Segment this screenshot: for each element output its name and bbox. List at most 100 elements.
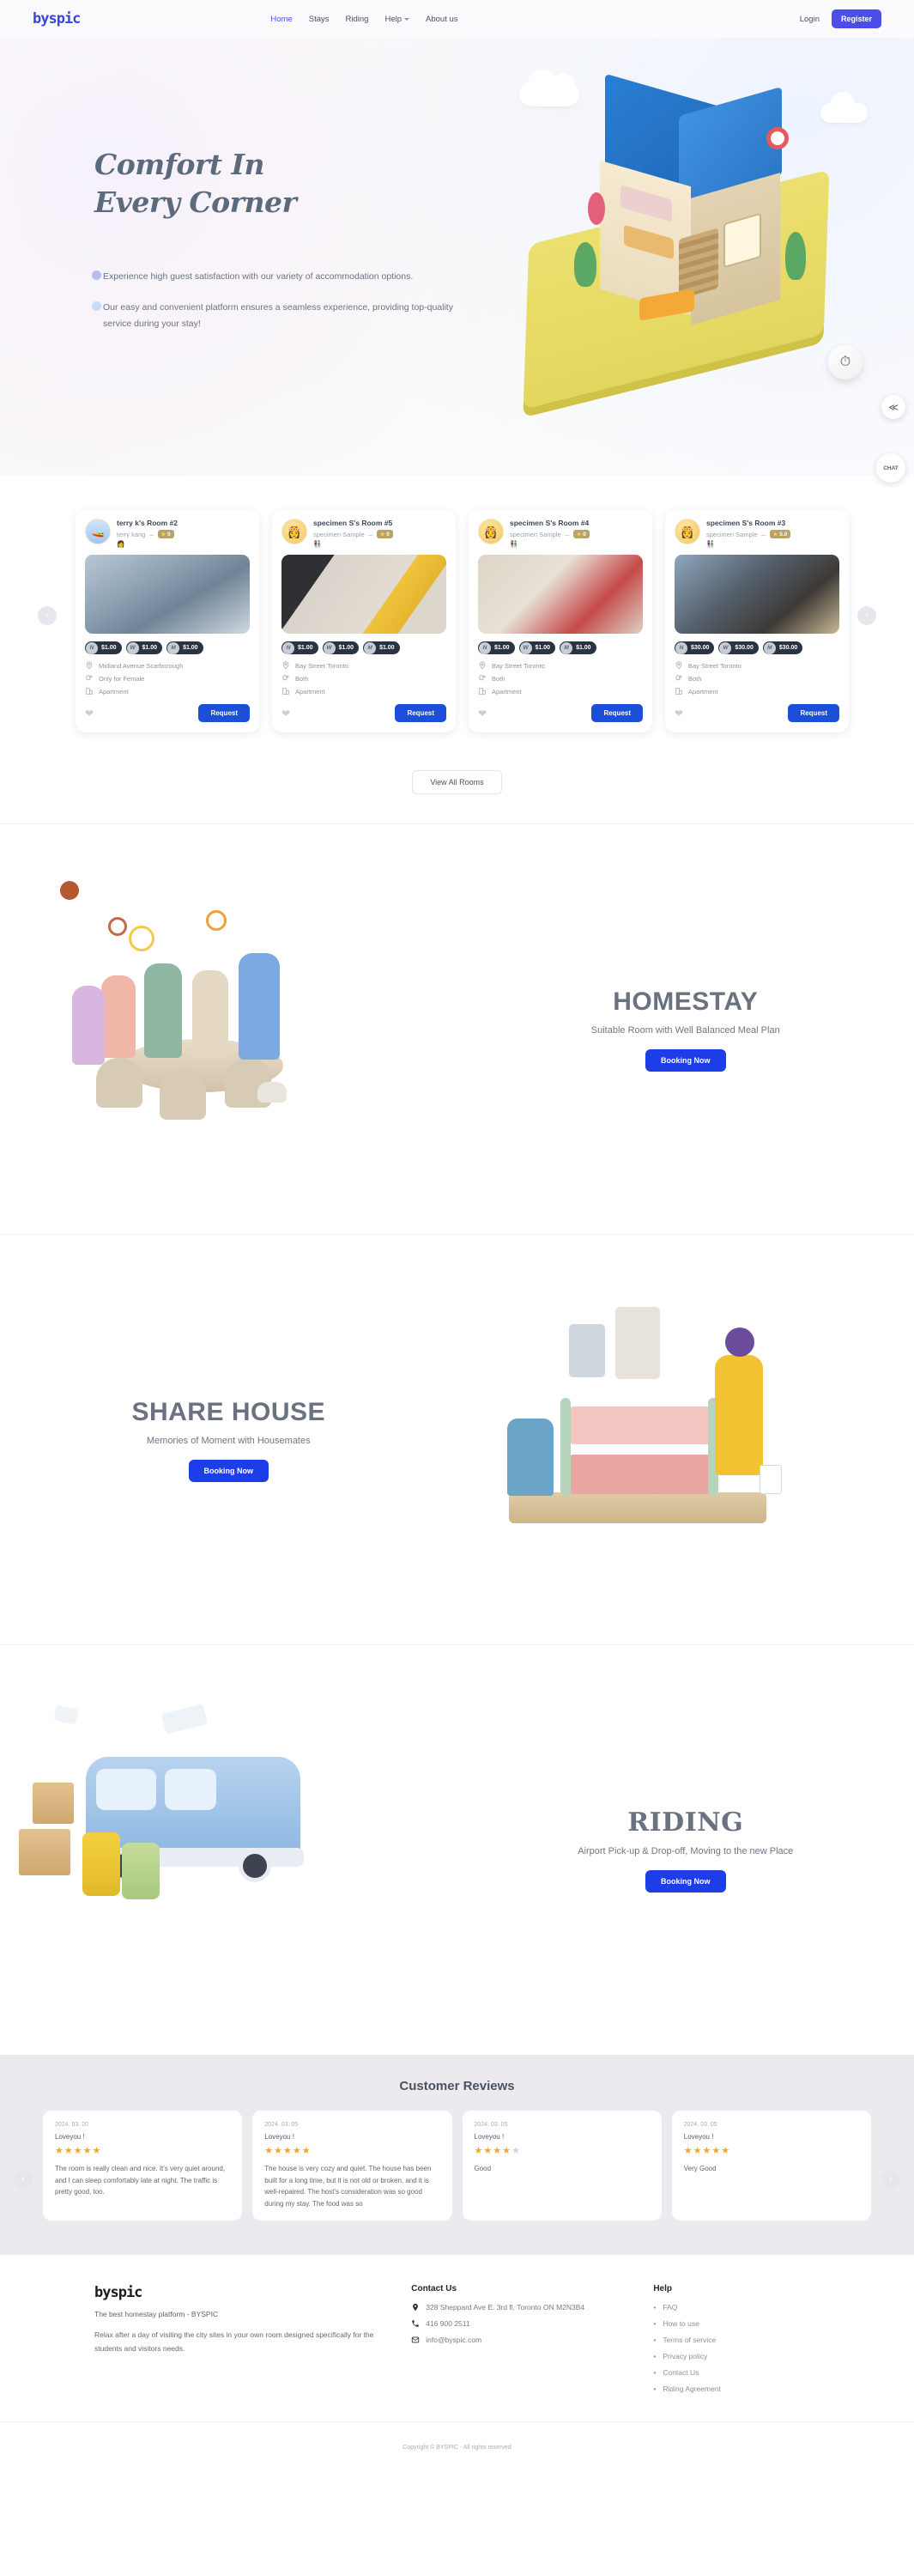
- review-author: Loveyou !: [474, 2133, 505, 2142]
- help-link-faq[interactable]: FAQ: [653, 2303, 820, 2312]
- price-badges: N $30.00 W $30.00 M $30.00: [675, 641, 839, 655]
- room-host-name: specimen Sample: [313, 530, 365, 538]
- request-button[interactable]: Request: [198, 704, 250, 723]
- price-badge-monthly: M $1.00: [166, 641, 203, 655]
- plant-icon: [785, 232, 806, 280]
- price-value: $30.00: [691, 645, 710, 652]
- room-title: specimen S's Room #4: [510, 519, 590, 527]
- review-stars: ★★★★★: [55, 2146, 102, 2157]
- nav-item-about-us[interactable]: About us: [426, 15, 458, 24]
- view-all-rooms-button[interactable]: View All Rooms: [412, 770, 502, 795]
- price-value: $1.00: [576, 645, 591, 652]
- price-key: N: [675, 641, 687, 654]
- gender-policy-icon: [86, 675, 93, 681]
- favorite-heart-icon[interactable]: ❤: [281, 708, 290, 720]
- request-button[interactable]: Request: [591, 704, 643, 723]
- footer-tagline: The best homestay platform - BYSPIC: [94, 2310, 219, 2319]
- hero-bullet-1-text: Experience high guest satisfaction with …: [103, 270, 414, 282]
- price-value: $1.00: [183, 645, 198, 652]
- contact-phone[interactable]: 416 900 2511: [426, 2319, 469, 2328]
- reviews-prev-button[interactable]: ‹: [14, 2169, 33, 2189]
- homestay-booking-button[interactable]: Booking Now: [645, 1048, 726, 1072]
- share-floating-button[interactable]: ≪: [881, 395, 905, 419]
- room-card-header: 👸 specimen S's Room #4 specimen Sample ⚊…: [478, 519, 643, 548]
- building-icon: [675, 688, 682, 695]
- price-value: $1.00: [101, 645, 117, 652]
- help-link-contact-us[interactable]: Contact Us: [653, 2368, 820, 2377]
- chat-floating-button[interactable]: CHAT: [876, 453, 905, 483]
- room-type: Apartment: [99, 687, 129, 696]
- room-gender: Only for Female: [99, 674, 145, 683]
- room-host-name: specimen Sample: [706, 530, 758, 538]
- request-button[interactable]: Request: [788, 704, 839, 723]
- carousel-prev-button[interactable]: ‹: [38, 605, 57, 625]
- review-text: The room is really clean and nice. It's …: [55, 2165, 226, 2196]
- room-host-row: specimen Sample ⚊ ★ 0: [510, 530, 590, 539]
- register-button[interactable]: Register: [831, 9, 881, 28]
- room-card[interactable]: 👸 specimen S's Room #3 specimen Sample ⚊…: [665, 510, 849, 733]
- room-title: specimen S's Room #5: [313, 519, 393, 527]
- nav-item-help[interactable]: Help: [384, 15, 410, 24]
- price-badge-nightly: N $30.00: [675, 641, 715, 655]
- review-date: 2024. 03. 05: [264, 2122, 299, 2129]
- sharehouse-booking-button[interactable]: Booking Now: [188, 1459, 269, 1482]
- room-photo[interactable]: [85, 555, 250, 635]
- help-link-privacy-policy[interactable]: Privacy policy: [653, 2352, 820, 2360]
- room-type-row: Apartment: [478, 687, 643, 696]
- nav-item-home[interactable]: Home: [270, 15, 292, 24]
- price-key: W: [126, 641, 139, 654]
- avatar: 👸: [478, 519, 504, 544]
- nav-item-stays[interactable]: Stays: [309, 15, 330, 24]
- price-key: W: [519, 641, 532, 654]
- rating-badge: ★ 0: [572, 530, 590, 539]
- help-link-riding-agreement[interactable]: Riding Agreement: [653, 2385, 820, 2393]
- contact-heading: Contact Us: [411, 2284, 457, 2294]
- review-stars: ★★★★★: [683, 2146, 731, 2157]
- favorite-heart-icon[interactable]: ❤: [85, 708, 94, 720]
- house-illustration: ⏱: [511, 64, 871, 424]
- sharehouse-illustration: [457, 1235, 914, 1644]
- request-button[interactable]: Request: [395, 704, 446, 723]
- review-author: Loveyou !: [683, 2133, 714, 2142]
- room-photo[interactable]: [478, 555, 643, 635]
- room-photo[interactable]: [281, 555, 446, 635]
- riding-booking-button[interactable]: Booking Now: [645, 1870, 726, 1893]
- stairs-icon: [679, 228, 718, 300]
- reviews-next-button[interactable]: ›: [881, 2169, 900, 2189]
- review-author: Loveyou !: [264, 2133, 294, 2142]
- hero-section: Comfort In Every Corner Experience high …: [0, 38, 914, 476]
- favorite-heart-icon[interactable]: ❤: [675, 708, 683, 720]
- paper-icon: [160, 1704, 209, 1735]
- hero-title-line-2: Every Corner: [94, 185, 297, 219]
- floor: [508, 1492, 766, 1524]
- room-host-row: specimen Sample ⚊ ★ 5.0: [706, 530, 791, 539]
- contact-email[interactable]: info@byspic.com: [426, 2336, 481, 2344]
- room-location-row: Bay Street Toronto: [281, 661, 446, 670]
- reviews-title: Customer Reviews: [399, 2079, 515, 2094]
- room-card-header: 🚤 terry k's Room #2 terry kang ⚊ ★ 0 👩: [85, 519, 250, 548]
- price-badge-weekly: W $30.00: [718, 641, 759, 655]
- price-badge-nightly: N $1.00: [281, 641, 318, 655]
- room-card[interactable]: 🚤 terry k's Room #2 terry kang ⚊ ★ 0 👩 N $…: [76, 510, 259, 733]
- sharehouse-section: SHARE HOUSE Memories of Moment with Hous…: [0, 1234, 914, 1645]
- brand-logo[interactable]: byspic: [33, 10, 81, 27]
- favorite-heart-icon[interactable]: ❤: [478, 708, 487, 720]
- review-stars: ★★★★★: [474, 2146, 521, 2157]
- building-icon: [479, 688, 486, 695]
- price-key: M: [560, 641, 573, 654]
- van-window: [96, 1769, 156, 1811]
- contact-address-row: 328 Sheppard Ave E. 3rd fl, Toronto ON M…: [411, 2303, 619, 2312]
- help-link-how-to-use[interactable]: How to use: [653, 2319, 820, 2328]
- login-link[interactable]: Login: [800, 15, 820, 24]
- contact-email-row: info@byspic.com: [411, 2336, 619, 2344]
- room-gender-row: Both: [478, 674, 643, 683]
- room-location-row: Midland Avenue Scarborough: [85, 661, 250, 670]
- nav-item-riding[interactable]: Riding: [346, 15, 369, 24]
- carousel-next-button[interactable]: ›: [857, 605, 876, 625]
- help-link-terms-of-service[interactable]: Terms of service: [653, 2336, 820, 2344]
- room-card[interactable]: 👸 specimen S's Room #4 specimen Sample ⚊…: [469, 510, 652, 733]
- room-card[interactable]: 👸 specimen S's Room #5 specimen Sample ⚊…: [272, 510, 456, 733]
- star-icon: ★: [772, 532, 778, 538]
- rating-badge: ★ 5.0: [769, 530, 791, 539]
- room-photo[interactable]: [675, 555, 839, 635]
